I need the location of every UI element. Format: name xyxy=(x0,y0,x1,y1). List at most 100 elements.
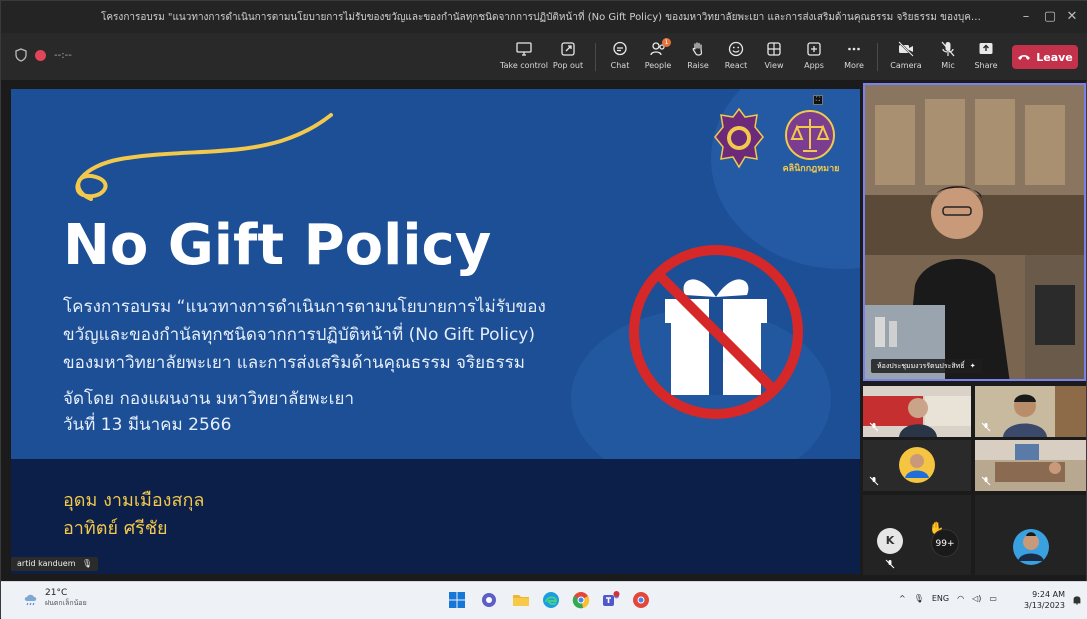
apps-label: Apps xyxy=(804,61,824,70)
mic-off-icon xyxy=(981,422,991,432)
react-label: React xyxy=(724,61,748,70)
apps-icon xyxy=(807,42,821,56)
temperature: 21°C xyxy=(45,588,68,598)
more-icon xyxy=(848,47,860,51)
clock-time: 9:24 AM xyxy=(1032,590,1065,599)
participant-name-tag: ห้องประชุมมงวรรัตนประสิทธิ์ ✦ xyxy=(871,359,982,373)
weather-condition: ฝนตกเล็กน้อย xyxy=(45,599,87,607)
more-button[interactable]: More xyxy=(839,37,869,79)
participant-tile[interactable] xyxy=(975,386,1086,437)
maximize-button[interactable]: ▢ xyxy=(1039,7,1061,27)
participant-avatar xyxy=(863,440,971,491)
pop-out-label: Pop out xyxy=(552,61,584,70)
system-tray: ^ 🎙 ENG ◠ ◁) ▭ xyxy=(899,594,997,603)
shield-icon xyxy=(15,48,27,62)
share-icon xyxy=(979,43,993,54)
take-control-icon xyxy=(516,42,532,56)
notification-icon[interactable] xyxy=(1071,594,1083,606)
windows-taskbar: 21°C ฝนตกเล็กน้อย ^ 🎙 ENG ◠ ◁) ▭ 9:24 AM… xyxy=(1,581,1087,619)
slide-date: วันที่ 13 มีนาคม 2566 xyxy=(63,415,232,435)
browser-icon[interactable] xyxy=(631,590,651,610)
minimize-button[interactable]: – xyxy=(1015,7,1037,27)
speaker-name: อุดม งามเมืองสกุล xyxy=(63,490,205,511)
camera-button[interactable]: Camera xyxy=(889,37,923,79)
participant-video-main[interactable]: ห้องประชุมมงวรรัตนประสิทธิ์ ✦ xyxy=(863,83,1086,381)
chat-button[interactable]: Chat xyxy=(605,37,635,79)
chat-icon xyxy=(613,41,627,56)
apps-button[interactable]: Apps xyxy=(799,37,829,79)
edge-browser-icon[interactable] xyxy=(541,590,561,610)
rain-cloud-icon xyxy=(24,594,37,605)
mic-off-icon xyxy=(941,41,955,57)
toolbar-divider xyxy=(595,43,596,71)
view-button[interactable]: View xyxy=(759,37,789,79)
participant-avatar-initial[interactable]: K xyxy=(877,528,903,554)
participant-tile[interactable] xyxy=(975,495,1086,575)
more-participants-badge[interactable]: 99+ xyxy=(931,529,959,557)
chat-label: Chat xyxy=(610,61,630,70)
mic-button[interactable]: Mic xyxy=(933,37,963,79)
volume-icon[interactable]: ◁) xyxy=(972,594,981,603)
slide-subtitle-line: ของมหาวิทยาลัยพะเยา และการส่งเสริมด้านคุ… xyxy=(63,353,525,373)
raise-label: Raise xyxy=(687,61,709,70)
windows-start-icon[interactable] xyxy=(447,590,467,610)
react-button[interactable]: React xyxy=(721,37,751,79)
take-control-button[interactable]: Take control xyxy=(500,37,548,79)
slide-title: No Gift Policy xyxy=(63,213,492,278)
shared-screen[interactable]: No Gift Policy โครงการอบรม “แนวทางการดำเ… xyxy=(11,89,860,574)
presenter-name: artid kanduem xyxy=(17,559,76,568)
people-button[interactable]: People 1 xyxy=(641,37,675,79)
participant-video xyxy=(975,440,1086,491)
wifi-icon[interactable]: ◠ xyxy=(957,594,964,603)
window-title: โครงการอบรม "แนวทางการดำเนินการตามนโยบาย… xyxy=(101,12,986,23)
clock-date: 3/13/2023 xyxy=(1023,601,1065,610)
recording-icon xyxy=(35,49,46,61)
people-badge: 1 xyxy=(662,38,671,47)
slide-subtitle-line: ขวัญและของกำนัลทุกชนิดจากการปฏิบัติหน้าท… xyxy=(63,325,535,345)
participant-name: ห้องประชุมมงวรรัตนประสิทธิ์ xyxy=(877,362,965,370)
mic-off-icon xyxy=(981,476,991,486)
speaker-name: อาทิตย์ ศรีชัย xyxy=(63,518,168,539)
meeting-toolbar: --:-- Take control Pop out Chat People 1… xyxy=(1,33,1087,81)
teams-icon[interactable] xyxy=(601,590,621,610)
camera-label: Camera xyxy=(890,61,922,70)
camera-off-icon xyxy=(898,41,914,57)
law-clinic-caption: คลินิกกฎหมาย xyxy=(782,164,840,174)
title-bar: โครงการอบรม "แนวทางการดำเนินการตามนโยบาย… xyxy=(1,1,1087,33)
file-explorer-icon[interactable] xyxy=(511,590,531,610)
leave-button[interactable]: Leave xyxy=(1012,45,1078,69)
fullscreen-icon[interactable]: ⛶ xyxy=(813,95,823,105)
phone-hangup-icon xyxy=(1018,55,1031,60)
share-button[interactable]: Share xyxy=(971,37,1001,79)
raise-hand-icon xyxy=(692,42,703,56)
teams-meeting-window: โครงการอบรม "แนวทางการดำเนินการตามนโยบาย… xyxy=(0,0,1087,619)
participant-video xyxy=(863,386,971,437)
battery-icon[interactable]: ▭ xyxy=(989,594,997,603)
mic-off-icon xyxy=(869,422,879,432)
chrome-browser-icon[interactable] xyxy=(571,590,591,610)
meeting-timer: --:-- xyxy=(54,49,72,61)
meeting-status: --:-- xyxy=(15,48,72,62)
participant-avatar xyxy=(975,495,1086,575)
video-chat-icon[interactable] xyxy=(479,590,499,610)
chevron-up-icon[interactable]: ^ xyxy=(899,594,906,603)
view-icon xyxy=(767,42,781,56)
system-clock[interactable]: 9:24 AM 3/13/2023 xyxy=(1019,589,1065,611)
toolbar-divider xyxy=(877,43,878,71)
view-label: View xyxy=(764,61,784,70)
mic-off-icon: 🎙 xyxy=(82,559,93,568)
participant-video xyxy=(975,386,1086,437)
close-button[interactable]: ✕ xyxy=(1061,7,1083,27)
pop-out-button[interactable]: Pop out xyxy=(551,37,585,79)
language-indicator[interactable]: ENG xyxy=(932,594,949,603)
university-logo xyxy=(714,107,764,169)
mic-off-icon[interactable]: 🎙 xyxy=(914,594,924,603)
participant-tile[interactable] xyxy=(863,440,971,491)
weather-widget[interactable]: 21°C ฝนตกเล็กน้อย xyxy=(23,588,87,609)
mic-off-icon xyxy=(869,476,879,486)
raise-hand-button[interactable]: Raise xyxy=(683,37,713,79)
participant-tile[interactable] xyxy=(863,386,971,437)
room-video-feed xyxy=(865,85,1084,379)
participant-tile[interactable] xyxy=(975,440,1086,491)
share-label: Share xyxy=(974,61,998,70)
